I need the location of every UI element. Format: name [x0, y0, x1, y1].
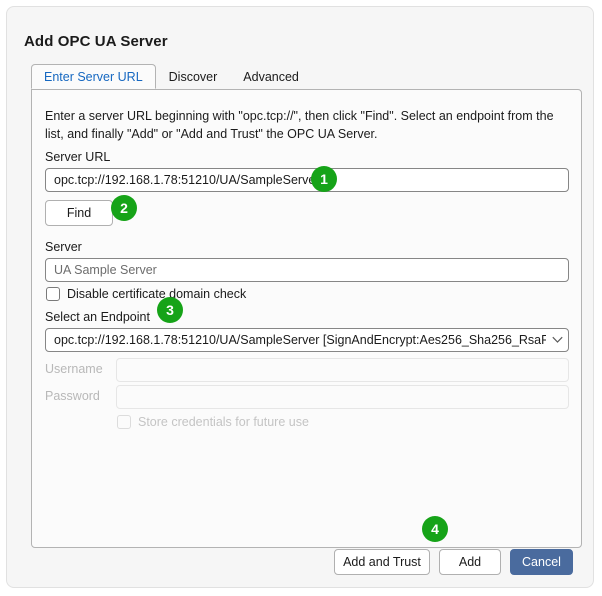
password-label: Password — [45, 389, 100, 403]
step-badge-4: 4 — [422, 516, 448, 542]
username-label: Username — [45, 362, 103, 376]
step-badge-3: 3 — [157, 297, 183, 323]
disable-cert-domain-check-row[interactable]: Disable certificate domain check — [46, 287, 246, 301]
step-badge-1: 1 — [311, 166, 337, 192]
tab-advanced[interactable]: Advanced — [230, 64, 312, 89]
username-input — [116, 358, 569, 382]
password-input — [116, 385, 569, 409]
tab-panel-enter-server-url: Enter a server URL beginning with "opc.t… — [31, 89, 582, 548]
endpoint-select[interactable]: opc.tcp://192.168.1.78:51210/UA/SampleSe… — [45, 328, 569, 352]
add-button[interactable]: Add — [439, 549, 501, 575]
store-credentials-label: Store credentials for future use — [138, 415, 309, 429]
server-url-label: Server URL — [45, 150, 111, 164]
store-credentials-row: Store credentials for future use — [117, 415, 309, 429]
add-and-trust-button[interactable]: Add and Trust — [334, 549, 430, 575]
tab-enter-server-url[interactable]: Enter Server URL — [31, 64, 156, 89]
add-opc-ua-server-dialog: Add OPC UA Server Enter Server URL Disco… — [6, 6, 594, 588]
tab-label: Discover — [168, 70, 218, 84]
store-credentials-checkbox — [117, 415, 131, 429]
server-url-input[interactable]: opc.tcp://192.168.1.78:51210/UA/SampleSe… — [45, 168, 569, 192]
select-endpoint-label: Select an Endpoint — [45, 310, 150, 324]
tab-label: Advanced — [243, 70, 299, 84]
tab-discover[interactable]: Discover — [156, 64, 231, 89]
disable-cert-domain-check-label: Disable certificate domain check — [67, 287, 247, 301]
tabstrip: Enter Server URL Discover Advanced — [31, 64, 312, 89]
endpoint-select-value: opc.tcp://192.168.1.78:51210/UA/SampleSe… — [54, 333, 546, 347]
tab-label: Enter Server URL — [44, 70, 143, 84]
page-title: Add OPC UA Server — [24, 33, 168, 50]
step-badge-2: 2 — [111, 195, 137, 221]
find-button[interactable]: Find — [45, 200, 113, 226]
cancel-button[interactable]: Cancel — [510, 549, 573, 575]
instructions-text: Enter a server URL beginning with "opc.t… — [45, 109, 554, 141]
server-label: Server — [45, 240, 82, 254]
chevron-down-icon — [546, 336, 568, 344]
server-name-field: UA Sample Server — [45, 258, 569, 282]
disable-cert-domain-check-checkbox[interactable] — [46, 287, 60, 301]
